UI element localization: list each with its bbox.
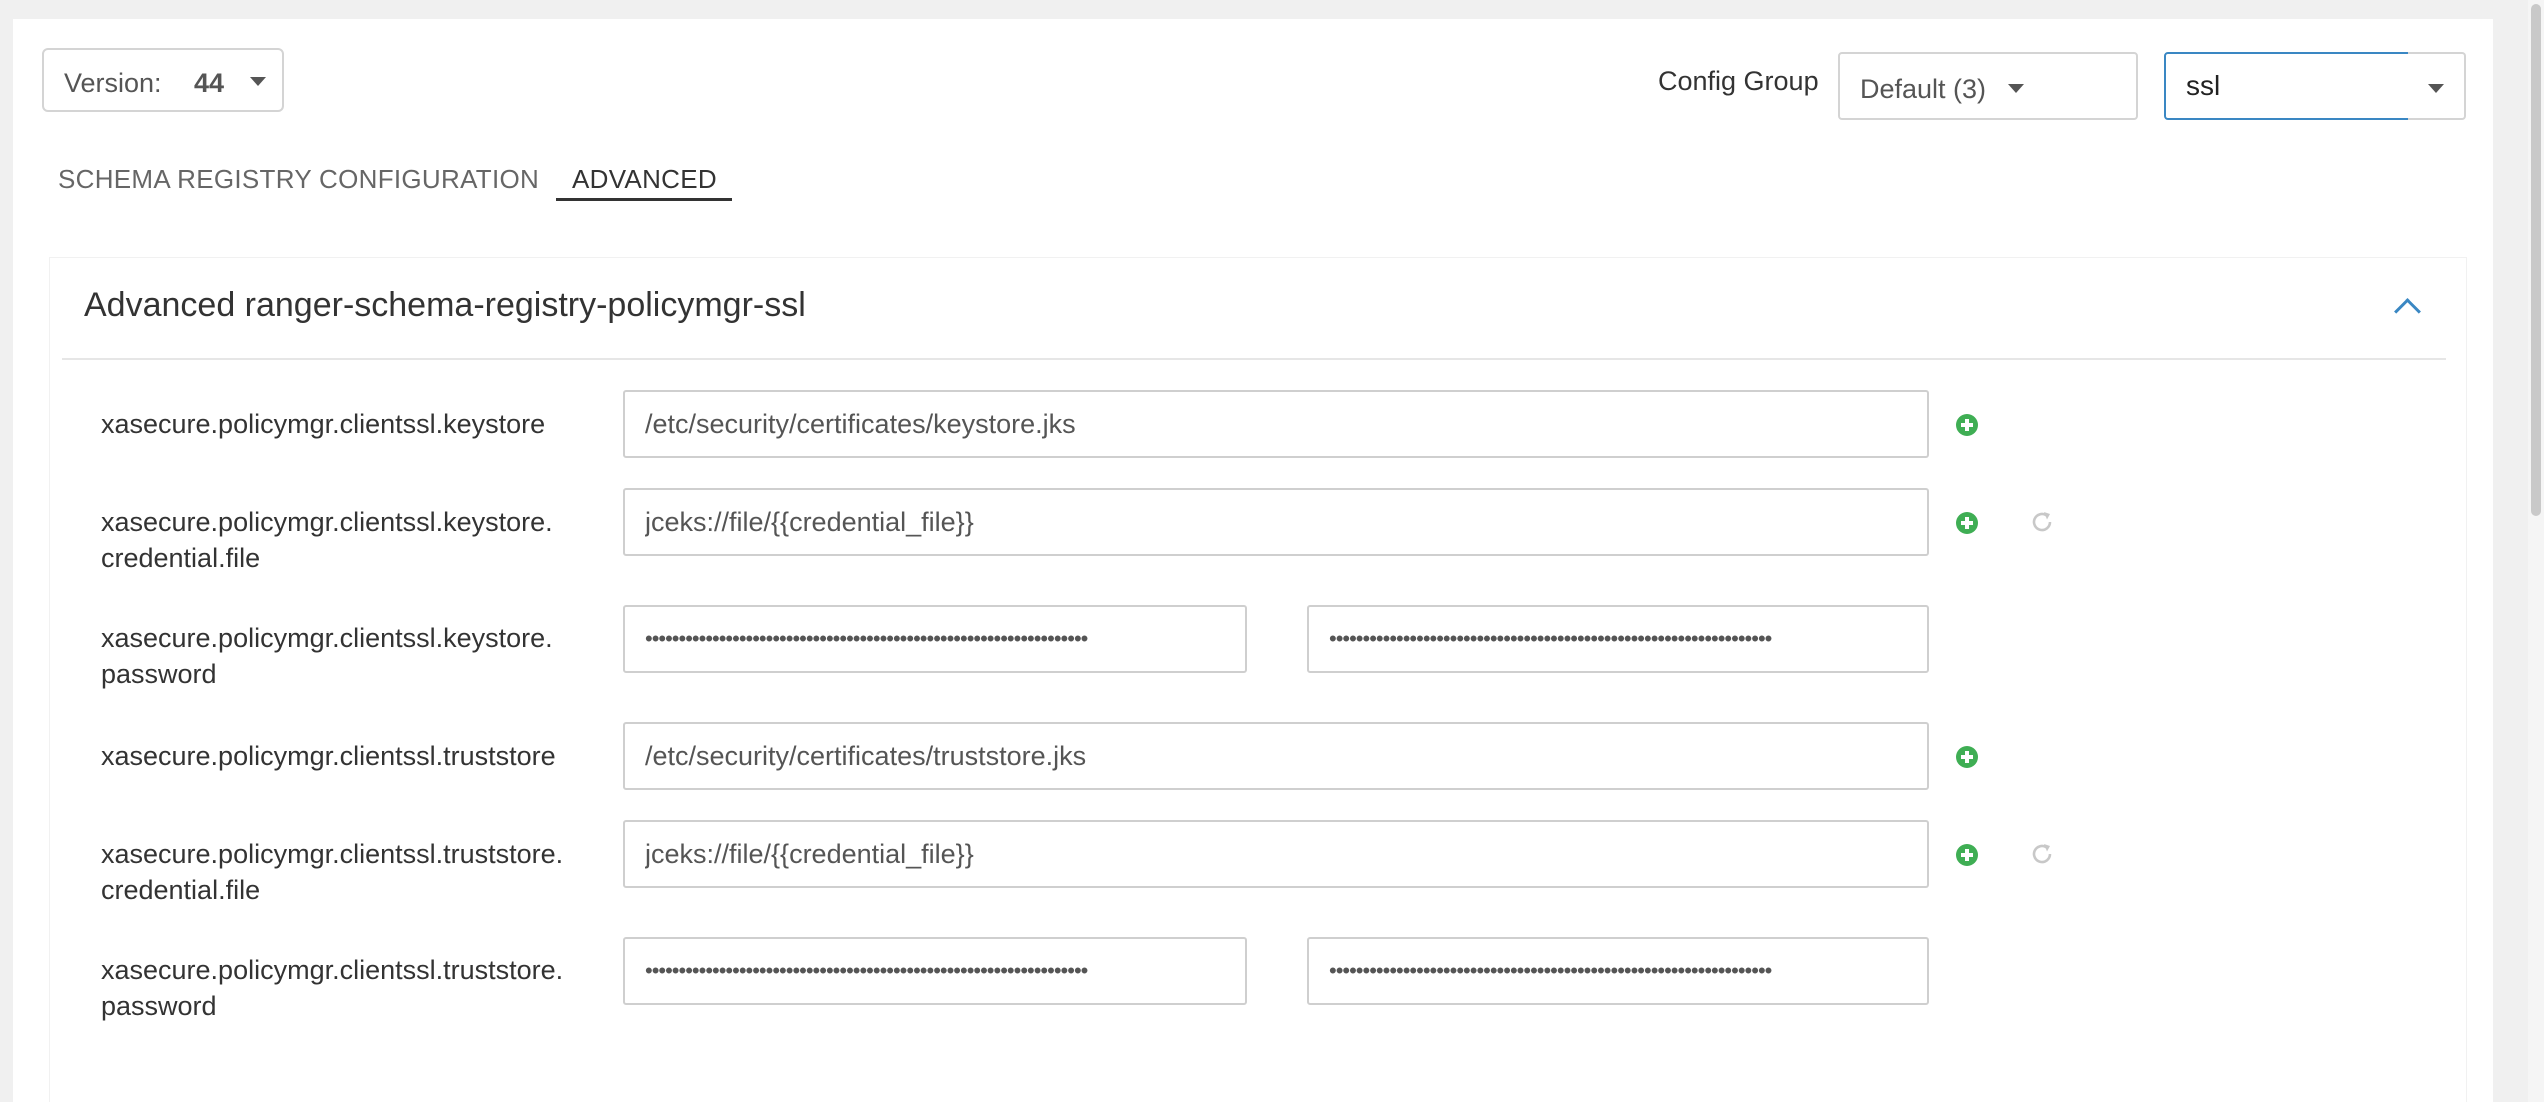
- config-group-value: Default (3): [1860, 74, 1987, 104]
- property-label-line: password: [101, 991, 217, 1021]
- tab-advanced[interactable]: ADVANCED: [572, 164, 717, 195]
- property-label-line: xasecure.policymgr.clientssl.keystore.: [101, 623, 553, 653]
- property-label-line: xasecure.policymgr.clientssl.truststore: [101, 741, 556, 771]
- version-value: 44: [194, 68, 225, 98]
- config-filter-input[interactable]: [2164, 52, 2410, 120]
- property-input-keystore-credential-file[interactable]: [623, 488, 1929, 556]
- property-label-truststore-password: xasecure.policymgr.clientssl.truststore.…: [101, 952, 621, 1024]
- tab-schema-registry-configuration[interactable]: SCHEMA REGISTRY CONFIGURATION: [58, 164, 539, 195]
- property-label-line: password: [101, 659, 217, 689]
- property-label-line: xasecure.policymgr.clientssl.truststore.: [101, 955, 564, 985]
- property-label-keystore-credential-file: xasecure.policymgr.clientssl.keystore. c…: [101, 504, 621, 576]
- property-input-keystore-password-confirm[interactable]: [1307, 605, 1929, 673]
- property-input-truststore-credential-file[interactable]: [623, 820, 1929, 888]
- add-override-icon[interactable]: [1956, 844, 1978, 866]
- property-label-line: credential.file: [101, 875, 261, 905]
- property-label-line: xasecure.policymgr.clientssl.truststore.: [101, 839, 564, 869]
- undo-icon[interactable]: [2030, 842, 2054, 866]
- active-tab-indicator: [556, 198, 732, 201]
- version-label: Version:: [64, 68, 162, 98]
- filter-dropdown-button[interactable]: [2408, 52, 2466, 120]
- add-override-icon[interactable]: [1956, 512, 1978, 534]
- config-group-label: Config Group: [1658, 66, 1819, 96]
- add-override-icon[interactable]: [1956, 746, 1978, 768]
- caret-down-icon: [2428, 84, 2444, 93]
- property-input-truststore-password[interactable]: [623, 937, 1247, 1005]
- property-input-keystore[interactable]: [623, 390, 1929, 458]
- version-dropdown[interactable]: Version: 44: [42, 48, 284, 112]
- property-label-line: xasecure.policymgr.clientssl.keystore: [101, 409, 546, 439]
- property-label-truststore-credential-file: xasecure.policymgr.clientssl.truststore.…: [101, 836, 621, 908]
- property-input-keystore-password[interactable]: [623, 605, 1247, 673]
- scrollbar-thumb[interactable]: [2531, 4, 2541, 516]
- property-label-keystore-password: xasecure.policymgr.clientssl.keystore. p…: [101, 620, 621, 692]
- property-label-keystore: xasecure.policymgr.clientssl.keystore: [101, 406, 621, 442]
- property-label-truststore: xasecure.policymgr.clientssl.truststore: [101, 738, 621, 774]
- property-label-line: xasecure.policymgr.clientssl.keystore.: [101, 507, 553, 537]
- scrollbar-track[interactable]: [2528, 0, 2544, 1102]
- property-input-truststore-password-confirm[interactable]: [1307, 937, 1929, 1005]
- property-label-line: credential.file: [101, 543, 261, 573]
- section-divider: [62, 358, 2446, 360]
- property-input-truststore[interactable]: [623, 722, 1929, 790]
- add-override-icon[interactable]: [1956, 414, 1978, 436]
- config-group-dropdown[interactable]: Default (3): [1838, 52, 2138, 120]
- section-title[interactable]: Advanced ranger-schema-registry-policymg…: [84, 286, 806, 325]
- caret-down-icon: [250, 77, 266, 86]
- caret-down-icon: [2008, 84, 2024, 93]
- undo-icon[interactable]: [2030, 510, 2054, 534]
